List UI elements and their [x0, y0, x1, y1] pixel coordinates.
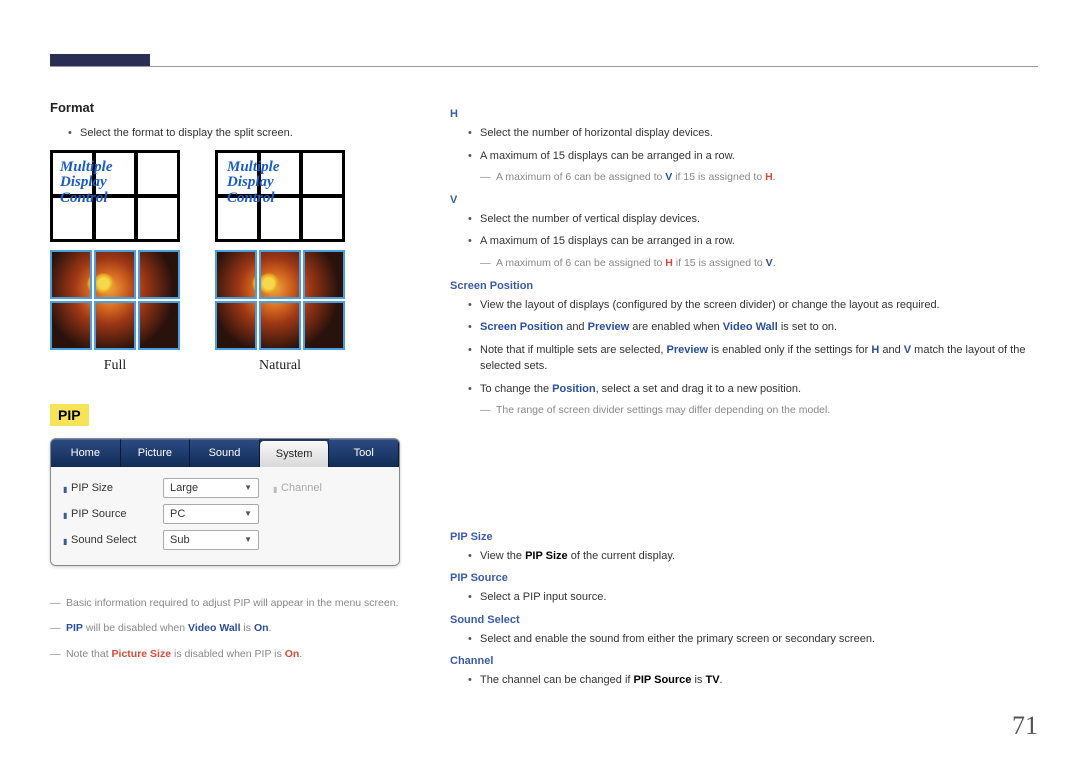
left-column: Format Select the format to display the …	[50, 100, 415, 695]
pip-row-source: PIP Source PC ▼	[63, 501, 387, 527]
h-b2: A maximum of 15 displays can be arranged…	[468, 148, 1038, 165]
right-column: H Select the number of horizontal displa…	[450, 100, 1038, 695]
channel-b1: The channel can be changed if PIP Source…	[468, 672, 1038, 689]
pip-row-size: PIP Size Large ▼ Channel	[63, 475, 387, 501]
format-natural-col: Multiple Display Control Natural	[215, 150, 345, 374]
right-pip-section: PIP Size View the PIP Size of the curren…	[450, 531, 1038, 689]
pip-source-dropdown[interactable]: PC ▼	[163, 504, 259, 524]
sound-select-label: Sound Select	[63, 534, 149, 546]
pip-source-value: PC	[170, 508, 185, 520]
pip-size-heading: PIP Size	[450, 531, 1038, 543]
format-desc: Select the format to display the split s…	[68, 125, 415, 142]
h-note: A maximum of 6 can be assigned to V if 1…	[480, 170, 1038, 186]
sp-b1: View the layout of displays (configured …	[468, 297, 1038, 314]
pip-body: PIP Size Large ▼ Channel PIP Source PC ▼…	[51, 467, 399, 565]
v-b1: Select the number of vertical display de…	[468, 211, 1038, 228]
tab-system[interactable]: System	[260, 441, 330, 467]
pip-source-b1: Select a PIP input source.	[468, 589, 1038, 606]
pip-source-label: PIP Source	[63, 508, 149, 520]
channel-heading: Channel	[450, 655, 1038, 667]
note-picture-size: Note that Picture Size is disabled when …	[50, 647, 415, 663]
pip-size-label: PIP Size	[63, 482, 149, 494]
sp-b3: Note that if multiple sets are selected,…	[468, 342, 1038, 375]
format-full-col: Multiple Display Control Full	[50, 150, 180, 374]
v-note: A maximum of 6 can be assigned to H if 1…	[480, 256, 1038, 272]
full-label: Full	[104, 358, 127, 374]
page-columns: Format Select the format to display the …	[50, 100, 1038, 695]
note-basic-info: Basic information required to adjust PIP…	[50, 596, 415, 612]
sound-select-heading: Sound Select	[450, 614, 1038, 626]
header-accent-bar	[50, 54, 150, 66]
sp-heading: Screen Position	[450, 280, 1038, 292]
tab-sound[interactable]: Sound	[190, 439, 260, 467]
pip-tabs: Home Picture Sound System Tool	[51, 439, 399, 467]
natural-label: Natural	[259, 358, 301, 374]
grid-natural: Multiple Display Control	[215, 150, 345, 242]
flower-natural	[215, 250, 345, 350]
h-b1: Select the number of horizontal display …	[468, 125, 1038, 142]
sp-b4: To change the Position, select a set and…	[468, 381, 1038, 398]
pip-panel: Home Picture Sound System Tool PIP Size …	[50, 438, 400, 566]
page-number: 71	[1012, 711, 1038, 741]
v-heading: V	[450, 194, 1038, 206]
tab-picture[interactable]: Picture	[121, 439, 191, 467]
sound-select-dropdown[interactable]: Sub ▼	[163, 530, 259, 550]
grid-full: Multiple Display Control	[50, 150, 180, 242]
tab-tool[interactable]: Tool	[329, 439, 399, 467]
header-rule	[50, 66, 1038, 67]
chevron-down-icon: ▼	[244, 535, 252, 544]
pip-size-value: Large	[170, 482, 198, 494]
sp-b2: Screen Position and Preview are enabled …	[468, 319, 1038, 336]
h-heading: H	[450, 108, 1038, 120]
pip-size-dropdown[interactable]: Large ▼	[163, 478, 259, 498]
format-examples: Multiple Display Control Full Multipl	[50, 150, 415, 374]
pip-source-heading: PIP Source	[450, 572, 1038, 584]
pip-row-sound: Sound Select Sub ▼	[63, 527, 387, 553]
sound-select-value: Sub	[170, 534, 190, 546]
pip-badge: PIP	[50, 404, 89, 426]
chevron-down-icon: ▼	[244, 509, 252, 518]
sp-note: The range of screen divider settings may…	[480, 403, 1038, 419]
flower-full	[50, 250, 180, 350]
format-heading: Format	[50, 100, 415, 115]
v-b2: A maximum of 15 displays can be arranged…	[468, 233, 1038, 250]
pip-size-b1: View the PIP Size of the current display…	[468, 548, 1038, 565]
pip-channel-label: Channel	[273, 482, 322, 494]
sound-select-b1: Select and enable the sound from either …	[468, 631, 1038, 648]
chevron-down-icon: ▼	[244, 483, 252, 492]
tab-home[interactable]: Home	[51, 439, 121, 467]
note-pip-disabled: PIP will be disabled when Video Wall is …	[50, 621, 415, 637]
left-notes: Basic information required to adjust PIP…	[50, 596, 415, 663]
